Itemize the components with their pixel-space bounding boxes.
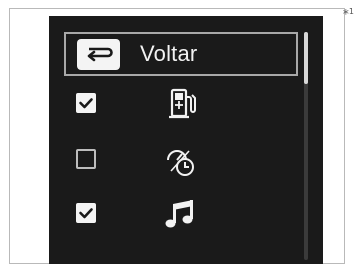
footnote-number: 1 (348, 7, 354, 16)
menu-item-trip-timer[interactable] (49, 140, 299, 180)
back-arrow-icon (77, 38, 120, 70)
music-note-icon (161, 194, 201, 234)
back-menu-item[interactable]: Voltar (64, 32, 298, 76)
scrollbar[interactable] (304, 32, 308, 260)
back-label: Voltar (140, 41, 198, 66)
display-screen: Voltar (49, 16, 323, 264)
checkbox-checked[interactable] (76, 93, 96, 113)
checkbox-checked[interactable] (76, 203, 96, 223)
scrollbar-thumb[interactable] (304, 32, 308, 84)
footnote-marker: *1 (343, 7, 354, 21)
menu-item-audio[interactable] (49, 194, 299, 234)
checkbox-unchecked[interactable] (76, 149, 96, 169)
fuel-pump-icon (161, 84, 201, 124)
speed-timer-icon (161, 140, 201, 180)
menu-item-fuel-economy[interactable] (49, 84, 299, 124)
